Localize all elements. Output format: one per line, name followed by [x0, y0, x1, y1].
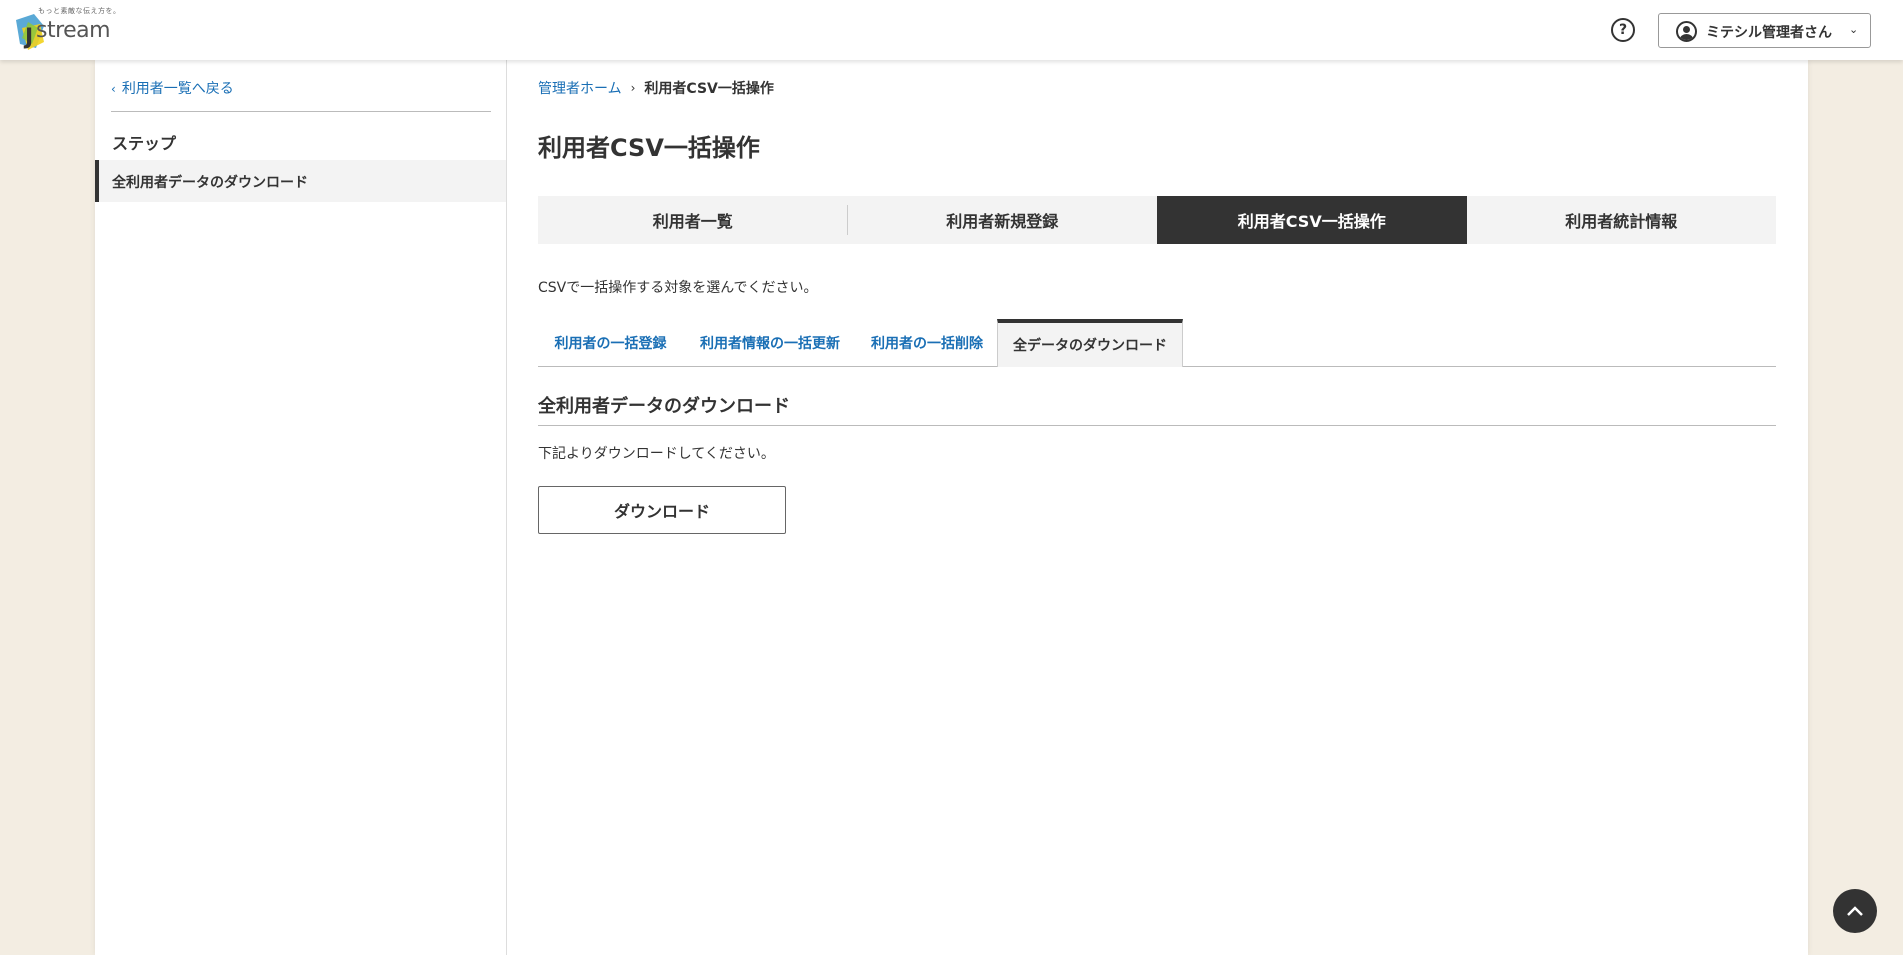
logo-text: stream: [36, 18, 111, 43]
tab-user-csv-bulk[interactable]: 利用者CSV一括操作: [1157, 196, 1467, 244]
back-to-user-list-link[interactable]: ‹ 利用者一覧へ戻る: [111, 78, 234, 98]
user-avatar-icon: [1676, 21, 1697, 42]
app-header: もっと素敵な伝え方を。 J stream ? ミテシル管理者さん ⌄: [0, 0, 1903, 60]
sidebar: ‹ 利用者一覧へ戻る ステップ 全利用者データのダウンロード: [95, 60, 507, 955]
chevron-right-icon: ›: [630, 81, 636, 95]
tab-new-user-registration[interactable]: 利用者新規登録: [848, 196, 1158, 244]
subtab-bulk-update[interactable]: 利用者情報の一括更新: [683, 319, 857, 366]
jstream-logo[interactable]: もっと素敵な伝え方を。 J stream: [14, 6, 120, 54]
section-description: 下記よりダウンロードしてください。: [538, 446, 775, 462]
back-link-label: 利用者一覧へ戻る: [121, 81, 234, 97]
chevron-left-icon: ‹: [111, 82, 116, 96]
steps-heading: ステップ: [112, 134, 177, 153]
logo-tagline: もっと素敵な伝え方を。: [38, 7, 121, 15]
main-content: 管理者ホーム › 利用者CSV一括操作 利用者CSV一括操作 利用者一覧 利用者…: [507, 60, 1808, 955]
chevron-down-icon: ⌄: [1849, 23, 1859, 36]
breadcrumb-current: 利用者CSV一括操作: [644, 81, 774, 97]
scroll-to-top-button[interactable]: [1833, 889, 1877, 933]
step-item-label: 全利用者データのダウンロード: [112, 175, 308, 191]
breadcrumb: 管理者ホーム › 利用者CSV一括操作: [538, 78, 774, 98]
user-name: ミテシル管理者さん: [1706, 25, 1832, 41]
section-heading: 全利用者データのダウンロード: [538, 396, 790, 417]
page-title: 利用者CSV一括操作: [538, 134, 760, 162]
logo-letter: J: [23, 25, 33, 50]
subtab-bulk-register[interactable]: 利用者の一括登録: [538, 319, 683, 366]
section-divider: [538, 425, 1776, 426]
sidebar-divider: [111, 111, 491, 112]
tab-user-statistics[interactable]: 利用者統計情報: [1467, 196, 1777, 244]
tab-user-list[interactable]: 利用者一覧: [538, 196, 848, 244]
main-tabs: 利用者一覧 利用者新規登録 利用者CSV一括操作 利用者統計情報: [538, 196, 1776, 244]
step-item-download-all: 全利用者データのダウンロード: [95, 160, 506, 202]
download-button[interactable]: ダウンロード: [538, 486, 786, 534]
user-menu-button[interactable]: ミテシル管理者さん ⌄: [1658, 13, 1871, 48]
instruction-text: CSVで一括操作する対象を選んでください。: [538, 280, 818, 296]
chevron-up-icon: [1847, 906, 1863, 916]
help-icon[interactable]: ?: [1611, 18, 1635, 42]
subtab-download-all[interactable]: 全データのダウンロード: [997, 319, 1183, 367]
subtab-bulk-delete[interactable]: 利用者の一括削除: [857, 319, 997, 366]
sub-tabs: 利用者の一括登録 利用者情報の一括更新 利用者の一括削除 全データのダウンロード: [538, 319, 1776, 367]
breadcrumb-home-link[interactable]: 管理者ホーム: [538, 78, 622, 98]
